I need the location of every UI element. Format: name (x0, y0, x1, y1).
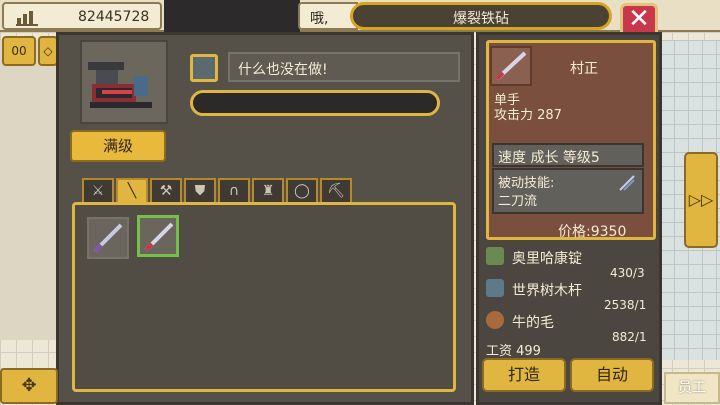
ingot-icon (486, 247, 504, 265)
item-slot-1[interactable] (87, 217, 129, 259)
tab-armor[interactable]: ♜ (252, 178, 284, 204)
wage-text: 工资 499 (486, 344, 541, 359)
diamond-icon: ◇ (43, 44, 53, 58)
craft-progress-bar (190, 90, 440, 116)
double-arrow-icon: ▷▷ (688, 190, 714, 209)
dual-blade-icon (619, 175, 635, 191)
katana-icon (93, 223, 123, 253)
material-row: 牛的毛 (486, 310, 656, 332)
pause-button[interactable]: 00 (2, 36, 36, 66)
item-attack: 攻击力 287 (494, 108, 562, 123)
top-bar: 82445728 哦, 爆裂铁砧 (0, 0, 720, 32)
window-title: 爆裂铁砧 (453, 11, 509, 27)
money-icon (16, 11, 38, 26)
pickaxe-icon: ⛏ (327, 183, 345, 199)
material-name: 奥里哈康锭 (512, 251, 582, 267)
staff-button[interactable]: 员工 (664, 372, 720, 404)
message-box: 哦, (298, 2, 358, 30)
fur-icon (486, 311, 504, 329)
close-icon: ✕ (628, 4, 650, 34)
sword-icon: ⚔ (91, 183, 105, 199)
tab-sword[interactable]: ⚔ (82, 178, 114, 204)
tab-ring[interactable]: ◯ (286, 178, 318, 204)
status-text: 什么也没在做! (238, 62, 328, 78)
wood-rod-icon (486, 279, 504, 297)
map-strip (164, 0, 300, 32)
anvil-portrait (80, 40, 168, 124)
katana-icon (495, 51, 527, 81)
spear-icon: ╲ (127, 183, 137, 199)
staff-label: 员工 (678, 380, 706, 396)
material-qty: 882/1 (612, 330, 647, 344)
shield-icon: ⛊ (194, 183, 206, 199)
left-floor (0, 40, 60, 340)
item-name: 村正 (570, 61, 598, 77)
message-text: 哦, (310, 11, 329, 27)
katana-icon (144, 222, 174, 252)
material-row: 奥里哈康锭 (486, 246, 656, 268)
pause-icon: 00 (11, 44, 27, 58)
axe-icon: ⚒ (159, 183, 173, 199)
tab-spear[interactable]: ╲ (116, 178, 148, 204)
craft-label: 打造 (507, 365, 540, 384)
item-icon-frame (490, 46, 532, 86)
passive-skill-label: 被动技能: (498, 176, 555, 191)
auto-label: 自动 (595, 365, 628, 384)
next-page-button[interactable]: ▷▷ (684, 152, 718, 248)
material-name: 世界树木杆 (512, 283, 582, 299)
auto-button[interactable]: 自动 (570, 358, 654, 392)
max-level-label: 满级 (102, 137, 133, 155)
move-button[interactable]: ✥ (0, 368, 58, 404)
max-level-button[interactable]: 满级 (70, 130, 166, 162)
auto-checkbox[interactable] (190, 54, 218, 82)
status-box: 什么也没在做! (228, 52, 460, 82)
ring-icon: ◯ (294, 183, 310, 199)
material-name: 牛的毛 (512, 315, 554, 331)
item-price: 价格:9350 (558, 224, 627, 240)
tab-pickaxe[interactable]: ⛏ (320, 178, 352, 204)
tab-shield[interactable]: ⛊ (184, 178, 216, 204)
window-title-bar: 爆裂铁砧 (350, 2, 612, 30)
money-display: 82445728 (2, 2, 162, 30)
category-tabs: ⚔ ╲ ⚒ ⛊ ∩ ♜ ◯ ⛏ (82, 178, 352, 204)
craft-button[interactable]: 打造 (482, 358, 566, 392)
item-stats: 速度 成长 等级5 (492, 143, 644, 167)
material-row: 世界树木杆 (486, 278, 656, 300)
tab-axe[interactable]: ⚒ (150, 178, 182, 204)
armor-icon: ♜ (261, 183, 275, 199)
side-button[interactable]: ◇ (38, 36, 58, 66)
money-value: 82445728 (78, 9, 150, 25)
anvil-icon (88, 62, 152, 108)
item-stats-text: 速度 成长 等级5 (498, 150, 600, 166)
item-slot-2[interactable] (137, 215, 179, 257)
tab-helmet[interactable]: ∩ (218, 178, 250, 204)
passive-skill-value: 二刀流 (498, 194, 538, 209)
helmet-icon: ∩ (228, 183, 240, 199)
compass-icon: ✥ (21, 375, 37, 396)
passive-skill-box: 被动技能: 二刀流 (492, 168, 644, 214)
item-list (72, 202, 456, 392)
